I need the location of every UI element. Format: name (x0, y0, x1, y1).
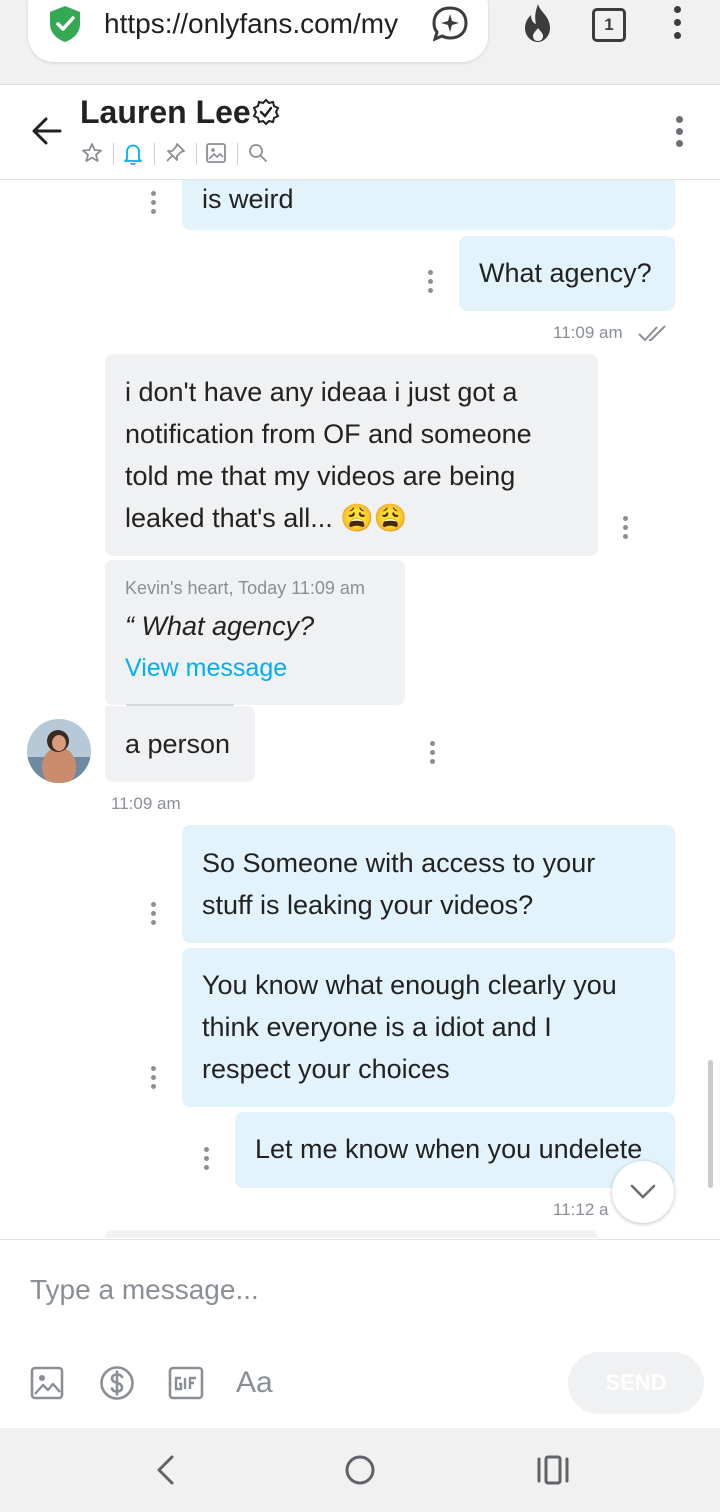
outgoing-message[interactable]: is weird (182, 180, 675, 230)
system-recents-icon[interactable] (536, 1455, 570, 1485)
message-text: a person (125, 729, 231, 759)
incoming-message[interactable] (105, 1230, 598, 1238)
secure-shield-icon[interactable] (46, 4, 84, 44)
reply-quote-text: “ What agency? (125, 611, 315, 641)
message-line: You know what enough clearly you (202, 970, 617, 1000)
notification-bell-icon[interactable] (121, 141, 145, 167)
message-options-icon[interactable] (428, 270, 434, 296)
message-line: leaked that's all... 😩😩 (125, 503, 408, 533)
outgoing-message[interactable]: You know what enough clearly you think e… (182, 948, 675, 1107)
message-options-icon[interactable] (623, 516, 629, 542)
incoming-message[interactable]: i don't have any ideaa i just got a noti… (105, 354, 598, 556)
message-text: Let me know when you undelete (255, 1134, 643, 1164)
message-options-icon[interactable] (430, 741, 436, 767)
message-text: is weird (202, 184, 294, 214)
message-timestamp: 11:12 a (553, 1200, 609, 1219)
read-receipt-icon (638, 325, 666, 342)
reply-author: Kevin's heart, Today 11:09 am (125, 578, 365, 598)
tab-count-button[interactable]: 1 (592, 8, 626, 42)
scrollbar-thumb[interactable] (708, 1060, 713, 1188)
outgoing-message[interactable]: Let me know when you undelete (235, 1112, 675, 1188)
scroll-to-bottom-button[interactable] (612, 1161, 674, 1223)
message-line: think everyone is a idiot and I (202, 1012, 552, 1042)
pin-icon[interactable] (163, 141, 187, 165)
chat-options-icon[interactable] (676, 116, 684, 152)
send-button[interactable]: SEND (568, 1352, 704, 1414)
sender-avatar[interactable] (27, 719, 91, 783)
message-options-icon[interactable] (151, 191, 157, 217)
message-options-icon[interactable] (151, 902, 157, 928)
view-message-link[interactable]: View message (125, 654, 385, 683)
gif-icon[interactable] (168, 1366, 204, 1400)
star-icon[interactable] (80, 141, 104, 165)
message-line: told me that my videos are being (125, 461, 516, 491)
media-gallery-icon[interactable] (205, 142, 227, 164)
chevron-down-icon (630, 1184, 656, 1199)
fire-icon[interactable] (520, 2, 556, 44)
add-image-icon[interactable] (30, 1366, 64, 1400)
url-text[interactable]: https://onlyfans.com/my (104, 4, 416, 44)
reply-quote-card[interactable]: Kevin's heart, Today 11:09 am “ What age… (105, 560, 405, 705)
outgoing-message[interactable]: What agency? (459, 236, 675, 311)
search-icon[interactable] (247, 142, 269, 164)
message-timestamp: 11:09 am (553, 323, 623, 342)
browser-menu-icon[interactable] (674, 6, 682, 42)
message-options-icon[interactable] (151, 1066, 157, 1092)
message-line: respect your choices (202, 1054, 450, 1084)
message-line: i don't have any ideaa i just got a (125, 377, 518, 407)
text-format-button[interactable]: Aa (236, 1366, 273, 1400)
assistant-sparkle-icon[interactable] (430, 4, 470, 44)
message-timestamp: 11:09 am (111, 794, 181, 813)
system-home-icon[interactable] (343, 1453, 377, 1487)
message-text: What agency? (479, 258, 652, 288)
message-line: stuff is leaking your videos? (202, 890, 534, 920)
chat-title: Lauren Lee (80, 94, 251, 130)
message-line: notification from OF and someone (125, 419, 532, 449)
system-back-icon[interactable] (154, 1454, 178, 1486)
verified-badge-icon (252, 98, 280, 126)
back-arrow-icon[interactable] (30, 114, 64, 148)
message-input[interactable] (28, 1262, 552, 1318)
outgoing-message[interactable]: So Someone with access to your stuff is … (182, 825, 675, 943)
message-options-icon[interactable] (204, 1147, 210, 1173)
message-list[interactable]: is weird What agency? 11:09 am i don't h… (0, 180, 720, 1238)
message-line: So Someone with access to your (202, 848, 596, 878)
tip-dollar-icon[interactable] (99, 1365, 135, 1401)
incoming-message[interactable]: a person (105, 706, 255, 782)
